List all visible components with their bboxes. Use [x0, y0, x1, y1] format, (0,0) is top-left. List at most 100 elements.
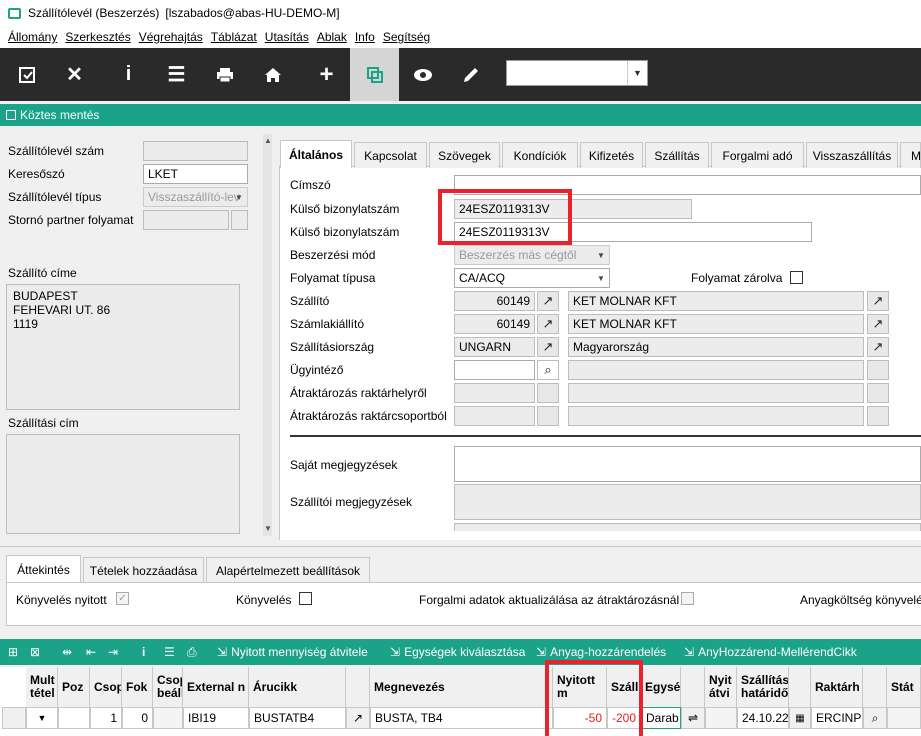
ship-country-name-field[interactable]: Magyarország	[568, 337, 864, 357]
toolbar-select[interactable]: ▼	[506, 60, 648, 86]
cell-external[interactable]: IBI19	[183, 707, 249, 729]
transfer-group-link-button[interactable]	[867, 406, 889, 426]
col-group-setting[interactable]: Csop beáll	[153, 667, 183, 707]
calendar-icon[interactable]: ▦	[789, 707, 811, 729]
col-level[interactable]: Fok	[122, 667, 153, 707]
arrow-link-icon[interactable]: ↗	[537, 337, 559, 357]
material-assign-item-button[interactable]: ⇲ AnyHozzárend-MellérendCikk	[684, 641, 857, 663]
save-interim-button[interactable]: Köztes mentés	[6, 108, 99, 122]
cell-level[interactable]: 0	[122, 707, 153, 729]
cell-status[interactable]	[887, 707, 921, 729]
scroll-up-icon[interactable]: ▲	[264, 136, 272, 146]
cell-open-transfer[interactable]	[705, 707, 737, 729]
menu-execute[interactable]: Végrehajtás	[139, 30, 203, 44]
close-icon[interactable]: ✕	[50, 48, 99, 101]
supplier-note-field[interactable]	[454, 484, 921, 520]
ship-country-code-field[interactable]: UNGARN	[454, 337, 535, 357]
pencil-icon[interactable]	[446, 48, 495, 101]
home-icon[interactable]	[248, 48, 297, 101]
cell-group-setting[interactable]	[153, 707, 183, 729]
search-icon[interactable]: ⌕	[863, 707, 887, 729]
transfer-group-button[interactable]	[537, 406, 559, 426]
posting-open-checkbox[interactable]: ✓	[116, 592, 129, 605]
menu-edit[interactable]: Szerkesztés	[65, 30, 130, 44]
tab-general[interactable]: Általános	[280, 140, 352, 168]
menu-info[interactable]: Info	[355, 30, 375, 44]
purchase-mode-select[interactable]: Beszerzés más cégtől ▼	[454, 245, 610, 265]
grid-add-row-icon[interactable]: ⊞	[8, 641, 18, 663]
splitter[interactable]: ▲ ▼	[263, 134, 272, 536]
menu-file[interactable]: Állomány	[8, 30, 57, 44]
col-item-link[interactable]	[346, 667, 370, 707]
eye-icon[interactable]	[398, 48, 447, 101]
process-type-select[interactable]: CA/ACQ ▼	[454, 268, 610, 288]
agent-link-button[interactable]	[867, 360, 889, 380]
col-group[interactable]: Csop	[90, 667, 122, 707]
tab-default-settings[interactable]: Alapértelmezett beállítások	[206, 557, 370, 583]
arrow-link-icon[interactable]: ↗	[537, 291, 559, 311]
list-icon[interactable]: ☰	[164, 641, 175, 663]
col-open-transfer[interactable]: Nyit átvi	[705, 667, 737, 707]
scroll-down-icon[interactable]: ▼	[264, 524, 272, 534]
tab-contact[interactable]: Kapcsolat	[354, 142, 427, 168]
menu-table[interactable]: Táblázat	[211, 30, 257, 44]
search-word-field[interactable]: LKET	[143, 164, 248, 184]
invoicer-name-field[interactable]: KET MOLNAR KFT	[568, 314, 864, 334]
column-right-icon[interactable]: ⇥	[108, 641, 118, 663]
col-pos[interactable]: Poz	[58, 667, 90, 707]
cell-pos[interactable]	[58, 707, 90, 729]
menu-command[interactable]: Utasítás	[265, 30, 309, 44]
col-date-btn[interactable]	[789, 667, 811, 707]
arrow-link-icon[interactable]: ↗	[537, 314, 559, 334]
plus-icon[interactable]: +	[302, 48, 351, 101]
cell-group[interactable]: 1	[90, 707, 122, 729]
cell-item[interactable]: BUSTATB4	[249, 707, 346, 729]
select-units-button[interactable]: ⇲ Egységek kiválasztása	[390, 641, 525, 663]
transfer-open-qty-button[interactable]: ⇲ Nyitott mennyiség átvitele	[217, 641, 368, 663]
shipping-address-box[interactable]	[6, 434, 240, 534]
print-icon[interactable]: ⎙	[187, 641, 197, 663]
doc-number-field[interactable]	[143, 141, 248, 161]
tab-overview[interactable]: Áttekintés	[6, 555, 81, 583]
unit-picker-icon[interactable]: ⇌	[681, 707, 705, 729]
col-external[interactable]: External n	[183, 667, 249, 707]
agent-name-field[interactable]	[568, 360, 864, 380]
tab-returns[interactable]: Visszaszállítás	[806, 142, 898, 168]
cell-ship-date[interactable]: 24.10.22	[737, 707, 789, 729]
cell-unit[interactable]: Darab	[641, 707, 681, 729]
col-unit[interactable]: Egység	[641, 667, 681, 707]
agent-field[interactable]	[454, 360, 535, 380]
own-note-field[interactable]	[454, 446, 921, 482]
col-wh-btn[interactable]	[863, 667, 887, 707]
tab-more[interactable]: M	[900, 142, 921, 168]
transfer-group-field[interactable]	[454, 406, 535, 426]
arrow-link-icon[interactable]: ↗	[346, 707, 370, 729]
transfer-location-name-field[interactable]	[568, 383, 864, 403]
column-left-icon[interactable]: ⇤	[86, 641, 96, 663]
arrow-link-icon[interactable]: ↗	[867, 291, 889, 311]
posting-checkbox[interactable]	[299, 592, 312, 605]
column-width-icon[interactable]: ⇹	[62, 641, 72, 663]
tab-vat[interactable]: Forgalmi adó	[711, 142, 804, 168]
arrow-link-icon[interactable]: ↗	[867, 337, 889, 357]
info-icon[interactable]: i	[104, 48, 153, 101]
tab-texts[interactable]: Szövegek	[429, 142, 500, 168]
info-icon[interactable]: i	[142, 641, 145, 663]
arrow-link-icon[interactable]: ↗	[867, 314, 889, 334]
row-selector[interactable]	[2, 707, 26, 729]
grid-delete-row-icon[interactable]: ⊠	[30, 641, 40, 663]
cell-description[interactable]: BUSTA, TB4	[370, 707, 553, 729]
tab-conditions[interactable]: Kondíciók	[502, 142, 578, 168]
process-locked-checkbox[interactable]	[790, 271, 803, 284]
col-unit-btn[interactable]	[681, 667, 705, 707]
save-icon[interactable]	[2, 48, 51, 101]
col-ship-date[interactable]: Szállítási határidő	[737, 667, 789, 707]
supplier-address-box[interactable]: BUDAPEST FEHEVARI UT. 86 1119	[6, 284, 240, 410]
transfer-location-button[interactable]	[537, 383, 559, 403]
storno-field[interactable]	[143, 210, 229, 230]
tab-shipping[interactable]: Szállítás	[645, 142, 709, 168]
supplier-name-field[interactable]: KET MOLNAR KFT	[568, 291, 864, 311]
tax-update-checkbox[interactable]	[681, 592, 694, 605]
col-description[interactable]: Megnevezés	[370, 667, 553, 707]
transfer-location-link-button[interactable]	[867, 383, 889, 403]
